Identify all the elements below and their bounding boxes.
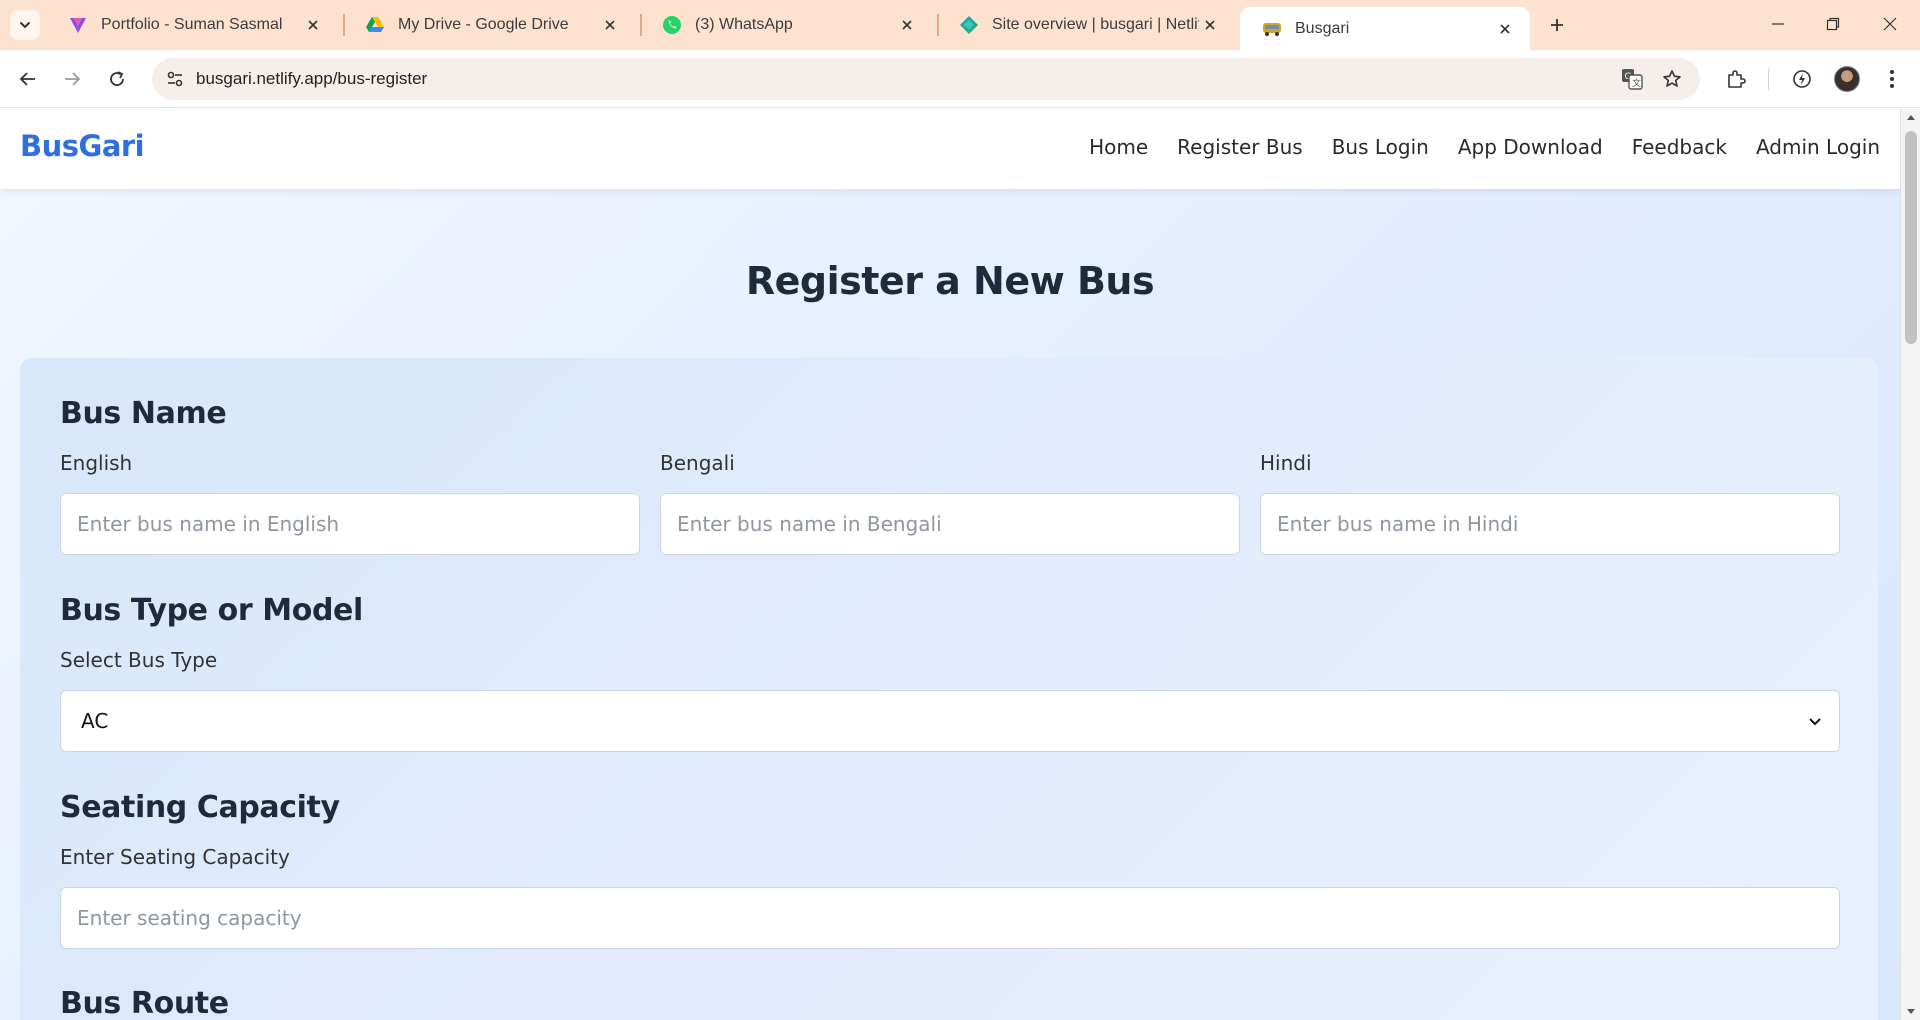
nav-feedback[interactable]: Feedback [1632,135,1727,159]
site-navbar: BusGari Home Register Bus Bus Login App … [0,109,1900,189]
close-window-button[interactable] [1872,8,1908,40]
arrow-left-icon [19,72,35,86]
chevron-down-icon [1809,718,1821,726]
restore-icon [1826,17,1840,31]
tab-title: My Drive - Google Drive [398,16,569,33]
label-bengali: Bengali [660,451,735,475]
browser-toolbar: busgari.netlify.app/bus-register G文 [0,50,1920,108]
forward-button[interactable] [56,63,88,95]
tune-icon [167,71,183,87]
site-info-button[interactable] [160,64,190,94]
reload-button[interactable] [101,63,133,95]
minimize-button[interactable] [1760,8,1796,40]
plus-icon [1551,19,1563,31]
bus-name-english-input[interactable] [60,493,640,555]
tab-whatsapp[interactable]: (3) WhatsApp [640,7,932,43]
page-title: Register a New Bus [745,259,1155,303]
kebab-menu-icon [1890,70,1894,88]
scrollbar-thumb[interactable] [1905,131,1917,344]
tab-portfolio[interactable]: Portfolio - Suman Sasmal [46,7,338,43]
tab-title: Busgari [1295,19,1350,37]
whatsapp-icon [662,15,682,35]
arrow-right-icon [65,72,81,86]
new-tab-button[interactable] [1542,10,1572,40]
section-heading-bus-type: Bus Type or Model [60,593,363,628]
toolbar-divider [1768,68,1769,90]
label-seating-capacity: Enter Seating Capacity [60,845,290,869]
close-icon[interactable] [599,14,621,36]
nav-bus-login[interactable]: Bus Login [1332,135,1429,159]
performance-button[interactable] [1786,63,1818,95]
section-heading-bus-name: Bus Name [60,396,227,431]
nav-register-bus[interactable]: Register Bus [1177,135,1303,159]
svg-text:文: 文 [1632,77,1641,89]
bookmark-button[interactable] [1658,65,1686,93]
site-nav-links: Home Register Bus Bus Login App Download… [1089,135,1880,159]
tab-search-button[interactable] [10,10,40,40]
translate-icon: G文 [1622,69,1643,90]
performance-icon [1793,70,1811,88]
browser-tab-strip: Portfolio - Suman Sasmal My Drive - Goog… [0,0,1920,50]
close-icon[interactable] [896,14,918,36]
page-viewport: BusGari Home Register Bus Bus Login App … [0,109,1900,1020]
reload-icon [110,71,124,86]
scroll-up-arrow-icon[interactable] [1906,113,1916,121]
address-bar[interactable]: busgari.netlify.app/bus-register G文 [152,58,1700,100]
section-heading-bus-route: Bus Route [60,986,229,1020]
tab-title: Site overview | busgari | Netlify [992,16,1199,33]
avatar [1834,66,1860,92]
tab-netlify[interactable]: Site overview | busgari | Netlify [937,7,1235,43]
nav-home[interactable]: Home [1089,135,1148,159]
v-logo-icon [68,15,88,35]
profile-button[interactable] [1831,63,1863,95]
star-icon [1663,70,1681,87]
bus-type-selected-value: AC [81,709,109,733]
google-drive-icon [365,15,385,35]
translate-button[interactable]: G文 [1618,65,1646,93]
label-english: English [60,451,133,475]
page-scrollbar[interactable] [1900,109,1920,1020]
bus-name-hindi-input[interactable] [1260,493,1840,555]
chevron-down-icon [20,22,30,29]
tab-title: Portfolio - Suman Sasmal [101,16,283,33]
section-heading-seating: Seating Capacity [60,790,340,825]
scroll-down-arrow-icon[interactable] [1906,1008,1916,1016]
puzzle-icon [1728,70,1746,88]
tab-title: (3) WhatsApp [695,16,793,33]
bus-type-select[interactable]: AC [60,690,1840,752]
label-hindi: Hindi [1260,451,1312,475]
menu-button[interactable] [1876,63,1908,95]
close-icon [1883,17,1897,31]
tab-busgari[interactable]: Busgari [1240,7,1530,50]
close-icon[interactable] [1494,18,1516,40]
back-button[interactable] [12,63,44,95]
close-icon[interactable] [302,14,324,36]
nav-app-download[interactable]: App Download [1458,135,1603,159]
extensions-button[interactable] [1720,63,1752,95]
bus-name-bengali-input[interactable] [660,493,1240,555]
nav-admin-login[interactable]: Admin Login [1756,135,1880,159]
netlify-icon [959,15,979,35]
url-text[interactable]: busgari.netlify.app/bus-register [196,69,427,89]
bus-register-form: Bus Name English Bengali Hindi Bus Type … [20,358,1878,1020]
minimize-icon [1772,23,1784,25]
restore-button[interactable] [1815,8,1851,40]
bus-icon [1262,19,1282,39]
seating-capacity-input[interactable] [60,887,1840,949]
label-select-bus-type: Select Bus Type [60,648,218,672]
tab-google-drive[interactable]: My Drive - Google Drive [343,7,635,43]
close-icon[interactable] [1199,14,1221,36]
site-logo[interactable]: BusGari [20,129,145,163]
